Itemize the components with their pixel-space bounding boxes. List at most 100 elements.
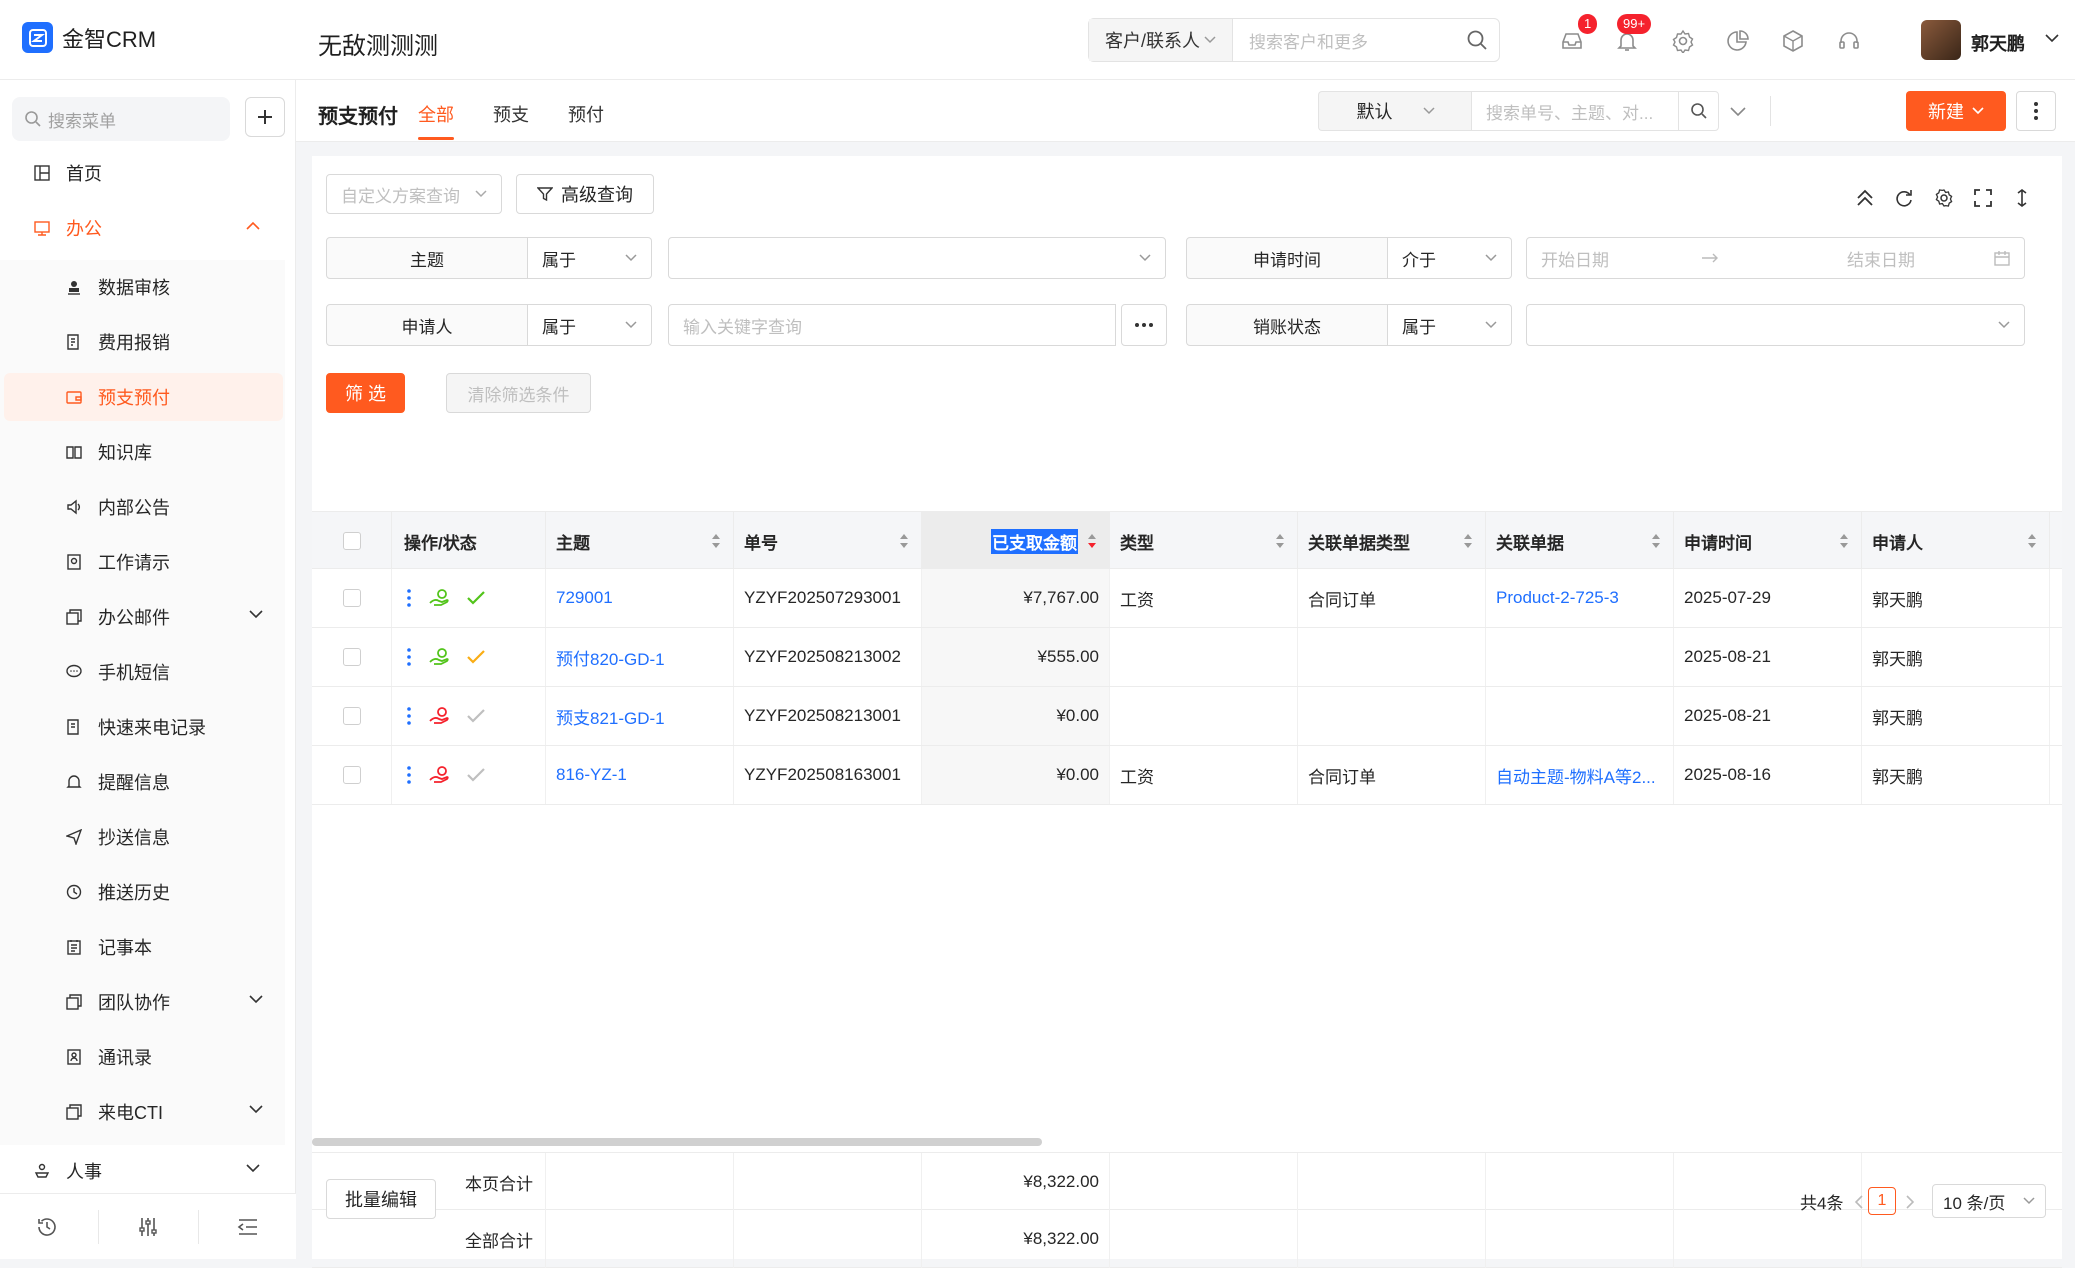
col-amount[interactable]: 已支取金额 [922, 512, 1110, 570]
sidebar-item-team[interactable]: 团队协作 [0, 978, 285, 1026]
filter-applicant-operator[interactable]: 属于 [528, 304, 652, 346]
sidebar-group-hr[interactable]: 人事 [32, 1147, 282, 1195]
table-row[interactable]: 816-YZ-1 YZYF202508163001 ¥0.00 工资 合同订单 自动主题-… [312, 746, 2062, 805]
brand-logo-icon[interactable] [22, 22, 53, 53]
filter-subject-operator[interactable]: 属于 [528, 237, 652, 279]
page-number-current[interactable]: 1 [1868, 1187, 1896, 1215]
row-checkbox[interactable] [342, 766, 361, 784]
search-icon[interactable] [1678, 92, 1718, 130]
sidebar-item-contacts[interactable]: 通讯录 [0, 1033, 285, 1081]
page-size-select[interactable]: 10 条/页 [1932, 1184, 2046, 1218]
sidebar-item-notepad[interactable]: 记事本 [0, 923, 285, 971]
collapse-up-icon[interactable] [1853, 186, 1877, 210]
cell-subject[interactable]: 729001 [546, 569, 734, 627]
sidebar-item-call-log[interactable]: 快速来电记录 [0, 703, 285, 751]
headset-icon[interactable] [1836, 28, 1862, 54]
col-type[interactable]: 类型 [1110, 512, 1298, 570]
search-icon[interactable] [1455, 29, 1499, 51]
row-checkbox[interactable] [342, 589, 361, 607]
select-all-checkbox[interactable] [342, 532, 361, 550]
sidebar-item-announcement[interactable]: 内部公告 [0, 483, 285, 531]
row-height-icon[interactable] [2010, 186, 2034, 210]
row-more-icon[interactable] [406, 706, 412, 726]
sidebar-item-cc[interactable]: 抄送信息 [0, 813, 285, 861]
row-more-icon[interactable] [406, 765, 412, 785]
tab-advance[interactable]: 预支 [493, 101, 529, 127]
pie-chart-icon[interactable] [1725, 28, 1751, 54]
cell-subject[interactable]: 预付820-GD-1 [546, 628, 734, 686]
horizontal-scrollbar[interactable] [312, 1138, 1042, 1146]
advanced-query-button[interactable]: 高级查询 [516, 174, 654, 214]
history-icon[interactable] [34, 1214, 60, 1240]
refresh-icon[interactable] [1892, 186, 1916, 210]
user-avatar[interactable] [1921, 20, 1961, 60]
col-ref[interactable]: 关联单据 [1486, 512, 1674, 570]
next-page-icon[interactable] [1906, 1195, 1914, 1209]
user-menu-chevron-icon[interactable] [2045, 34, 2059, 43]
view-select[interactable]: 默认 [1318, 91, 1472, 131]
col-subject[interactable]: 主题 [546, 512, 734, 570]
prev-page-icon[interactable] [1855, 1195, 1863, 1209]
date-range-picker[interactable]: 开始日期 结束日期 [1526, 237, 2025, 279]
add-menu-button[interactable] [245, 97, 285, 137]
end-date-input[interactable]: 结束日期 [1847, 246, 1947, 271]
search-expand-chevron-icon[interactable] [1730, 107, 1746, 117]
search-scope-select[interactable]: 客户/联系人 [1089, 19, 1233, 61]
table-row[interactable]: 预付820-GD-1 YZYF202508213002 ¥555.00 2025-08… [312, 628, 2062, 687]
col-number[interactable]: 单号 [734, 512, 922, 570]
tab-prepay[interactable]: 预付 [568, 101, 604, 127]
cell-ref[interactable]: Product-2-725-3 [1486, 569, 1674, 627]
row-more-icon[interactable] [406, 588, 412, 608]
sidebar-item-label: 快速来电记录 [98, 718, 206, 738]
sidebar-item-advance-payment[interactable]: 预支预付 [4, 373, 283, 421]
clear-filter-button[interactable]: 清除筛选条件 [446, 373, 591, 413]
cell-ref[interactable] [1486, 628, 1674, 686]
sidebar-item-sms[interactable]: 手机短信 [0, 648, 285, 696]
sidebar-item-push-history[interactable]: 推送历史 [0, 868, 285, 916]
sidebar-group-office[interactable]: 办公 [32, 204, 282, 252]
sidebar-item-home[interactable]: 首页 [32, 149, 102, 197]
applicant-picker-button[interactable] [1121, 304, 1167, 346]
global-search-input[interactable]: 搜索客户和更多 [1233, 28, 1455, 53]
row-checkbox[interactable] [342, 648, 361, 666]
filter-writeoff-value[interactable] [1526, 304, 2025, 346]
sliders-icon[interactable] [135, 1214, 161, 1240]
col-ref-type[interactable]: 关联单据类型 [1298, 512, 1486, 570]
row-more-icon[interactable] [406, 647, 412, 667]
custom-query-select[interactable]: 自定义方案查询 [326, 174, 502, 214]
cell-ref[interactable] [1486, 687, 1674, 745]
menu-search-input[interactable]: 搜索菜单 [12, 97, 230, 141]
filter-subject-value[interactable] [668, 237, 1166, 279]
filter-writeoff-operator[interactable]: 属于 [1388, 304, 1512, 346]
cell-subject[interactable]: 816-YZ-1 [546, 746, 734, 804]
cube-icon[interactable] [1780, 28, 1806, 54]
more-options-button[interactable] [2016, 91, 2056, 131]
user-name[interactable]: 郭天鹏 [1971, 30, 2025, 56]
list-search-input[interactable]: 搜索单号、主题、对... [1472, 99, 1678, 124]
table-row[interactable]: 预支821-GD-1 YZYF202508213001 ¥0.00 2025-08-2… [312, 687, 2062, 746]
filter-button[interactable]: 筛 选 [326, 373, 405, 413]
sidebar-item-knowledge[interactable]: 知识库 [0, 428, 285, 476]
table-row[interactable]: 729001 YZYF202507293001 ¥7,767.00 工资 合同订单 Pro… [312, 569, 2062, 628]
sidebar-item-cti[interactable]: 来电CTI [0, 1088, 285, 1136]
settings-gear-icon[interactable] [1670, 28, 1696, 54]
column-settings-gear-icon[interactable] [1932, 186, 1956, 210]
collapse-menu-icon[interactable] [235, 1214, 261, 1240]
sidebar-item-expense[interactable]: 费用报销 [0, 318, 285, 366]
sidebar-item-data-audit[interactable]: 数据审核 [0, 263, 285, 311]
sidebar-item-work-request[interactable]: 工作请示 [0, 538, 285, 586]
fullscreen-icon[interactable] [1971, 186, 1995, 210]
cell-subject[interactable]: 预支821-GD-1 [546, 687, 734, 745]
row-checkbox[interactable] [342, 707, 361, 725]
batch-edit-button[interactable]: 批量编辑 [326, 1179, 436, 1219]
new-button[interactable]: 新建 [1906, 91, 2006, 131]
filter-apply-time-operator[interactable]: 介于 [1388, 237, 1512, 279]
cell-ref[interactable]: 自动主题-物料A等2... [1486, 746, 1674, 804]
start-date-input[interactable]: 开始日期 [1541, 246, 1701, 271]
tab-all[interactable]: 全部 [418, 101, 454, 127]
col-apply-time[interactable]: 申请时间 [1674, 512, 1862, 570]
col-applicant[interactable]: 申请人 [1862, 512, 2050, 570]
sidebar-item-reminder[interactable]: 提醒信息 [0, 758, 285, 806]
sidebar-item-mail[interactable]: 办公邮件 [0, 593, 285, 641]
applicant-keyword-input[interactable]: 输入关键字查询 [668, 304, 1116, 346]
